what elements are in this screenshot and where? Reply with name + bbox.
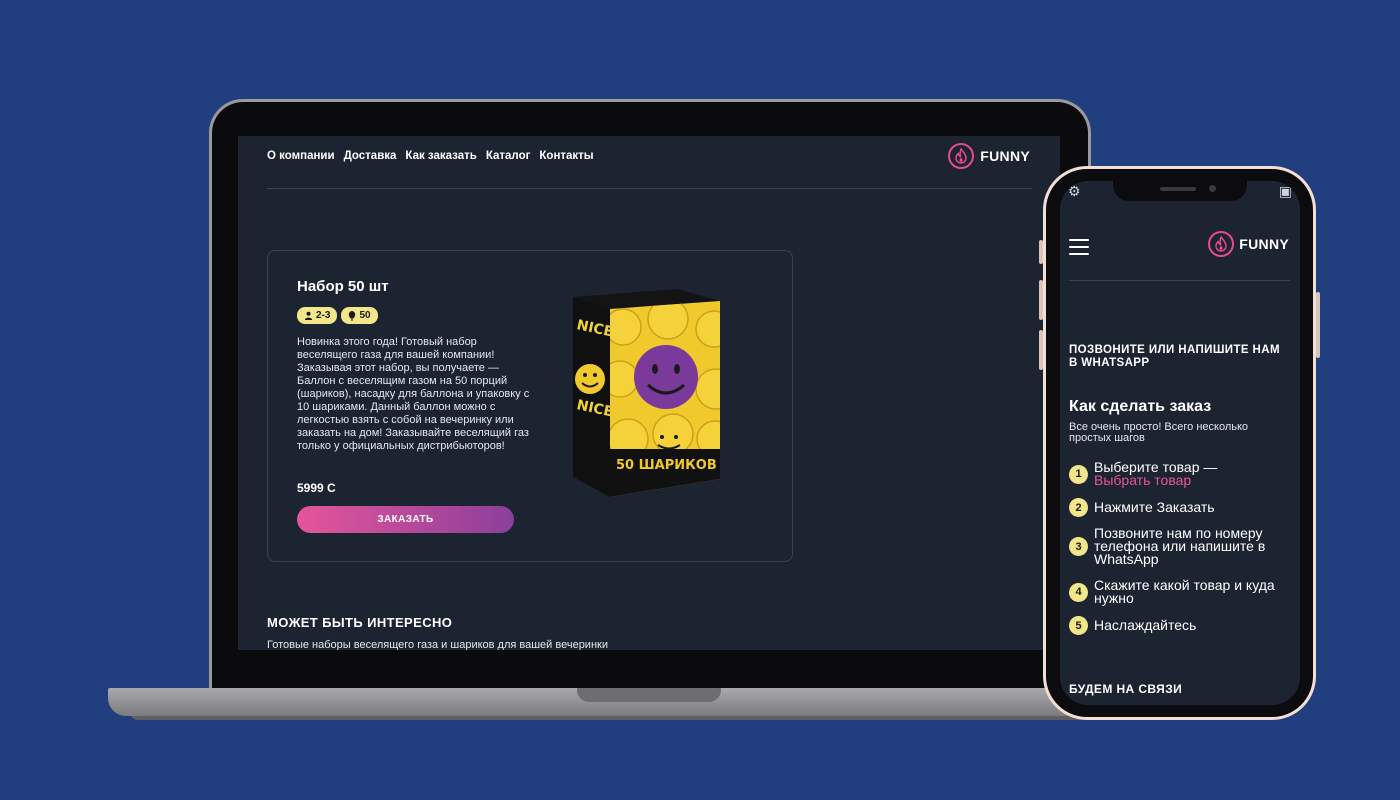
phone-speaker [1160,187,1196,191]
step-text-wrap: Выберите товар — Выбрать товар [1094,460,1292,487]
step-number: 1 [1069,464,1088,484]
flame-icon [948,143,975,169]
nav-link-how-to-order[interactable]: Как заказать [405,150,476,162]
order-step-5: 5 Наслаждайтесь [1069,616,1292,635]
step-text: Скажите какой товар и куда нужно [1094,577,1275,606]
product-title: Набор 50 шт [297,278,389,295]
step-number: 3 [1069,537,1088,556]
product-description: Новинка этого года! Готовый набор веселя… [297,336,530,452]
step-number: 5 [1069,616,1088,635]
header-divider [267,188,1032,189]
order-step-1: 1 Выберите товар — Выбрать товар [1069,460,1292,487]
contact-heading: БУДЕМ НА СВЯЗИ [1069,682,1183,696]
interesting-section-subtitle: Готовые наборы веселящего газа и шариков… [267,639,608,650]
interesting-section-title: МОЖЕТ БЫТЬ ИНТЕРЕСНО [267,615,453,630]
mobile-site-logo[interactable]: FUNNY [1208,231,1289,257]
site-logo[interactable]: FUNNY [948,143,1030,169]
nav-link-contacts[interactable]: Контакты [539,150,593,162]
phone-power-button [1316,292,1320,358]
order-button[interactable]: ЗАКАЗАТЬ [297,506,514,533]
product-badges: 2-3 50 [297,307,378,324]
nav-link-about[interactable]: О компании [267,150,335,162]
hamburger-menu-icon[interactable] [1069,239,1089,260]
order-step-3: 3 Позвоните нам по номеру телефона или н… [1069,525,1292,567]
settings-icon: ⚙ [1068,183,1081,199]
box-front-label: 50 ШАРИКОВ [616,458,717,473]
phone-screen: ⚙ ▣ FUNNY ПОЗВОНИТЕ ИЛИ НАПИШИТЕ НАМ В W… [1060,181,1300,705]
choose-product-link[interactable]: Выбрать товар [1094,473,1292,487]
laptop-screen: О компании Доставка Как заказать Каталог… [238,136,1060,650]
balloon-icon [349,310,356,321]
mobile-header-divider [1069,280,1290,281]
main-nav: О компании Доставка Как заказать Каталог… [267,150,594,162]
step-number: 2 [1069,498,1088,517]
badge-balloons: 50 [341,307,378,324]
step-text: Позвоните нам по номеру телефона или нап… [1094,525,1266,567]
logo-text: FUNNY [1239,236,1289,252]
order-step-2: 2 Нажмите Заказать [1069,498,1292,517]
order-step-4: 4 Скажите какой товар и куда нужно [1069,577,1292,606]
step-text: Наслаждайтесь [1094,617,1197,633]
logo-text: FUNNY [980,148,1030,164]
product-price: 5999 С [297,481,336,495]
nav-link-catalog[interactable]: Каталог [486,150,531,162]
badge-balloons-label: 50 [359,310,371,321]
person-icon [304,311,313,320]
howto-title: Как сделать заказ [1069,398,1212,415]
product-card: Набор 50 шт 2-3 50 Новинка этого года! Г… [267,250,793,562]
badge-people-label: 2-3 [316,310,331,321]
nav-link-delivery[interactable]: Доставка [344,150,397,162]
badge-people: 2-3 [297,307,338,324]
product-image: NICE GAZ NICE GAZ [568,289,758,514]
profile-icon: ▣ [1278,183,1292,199]
flame-icon [1208,231,1235,257]
howto-subtitle: Все очень просто! Всего несколько просты… [1069,421,1249,444]
step-text: Нажмите Заказать [1094,499,1215,515]
step-number: 4 [1069,582,1088,602]
phone-camera [1209,185,1216,192]
call-heading: ПОЗВОНИТЕ ИЛИ НАПИШИТЕ НАМ В WHATSAPP [1069,344,1280,369]
laptop-notch [577,688,721,702]
